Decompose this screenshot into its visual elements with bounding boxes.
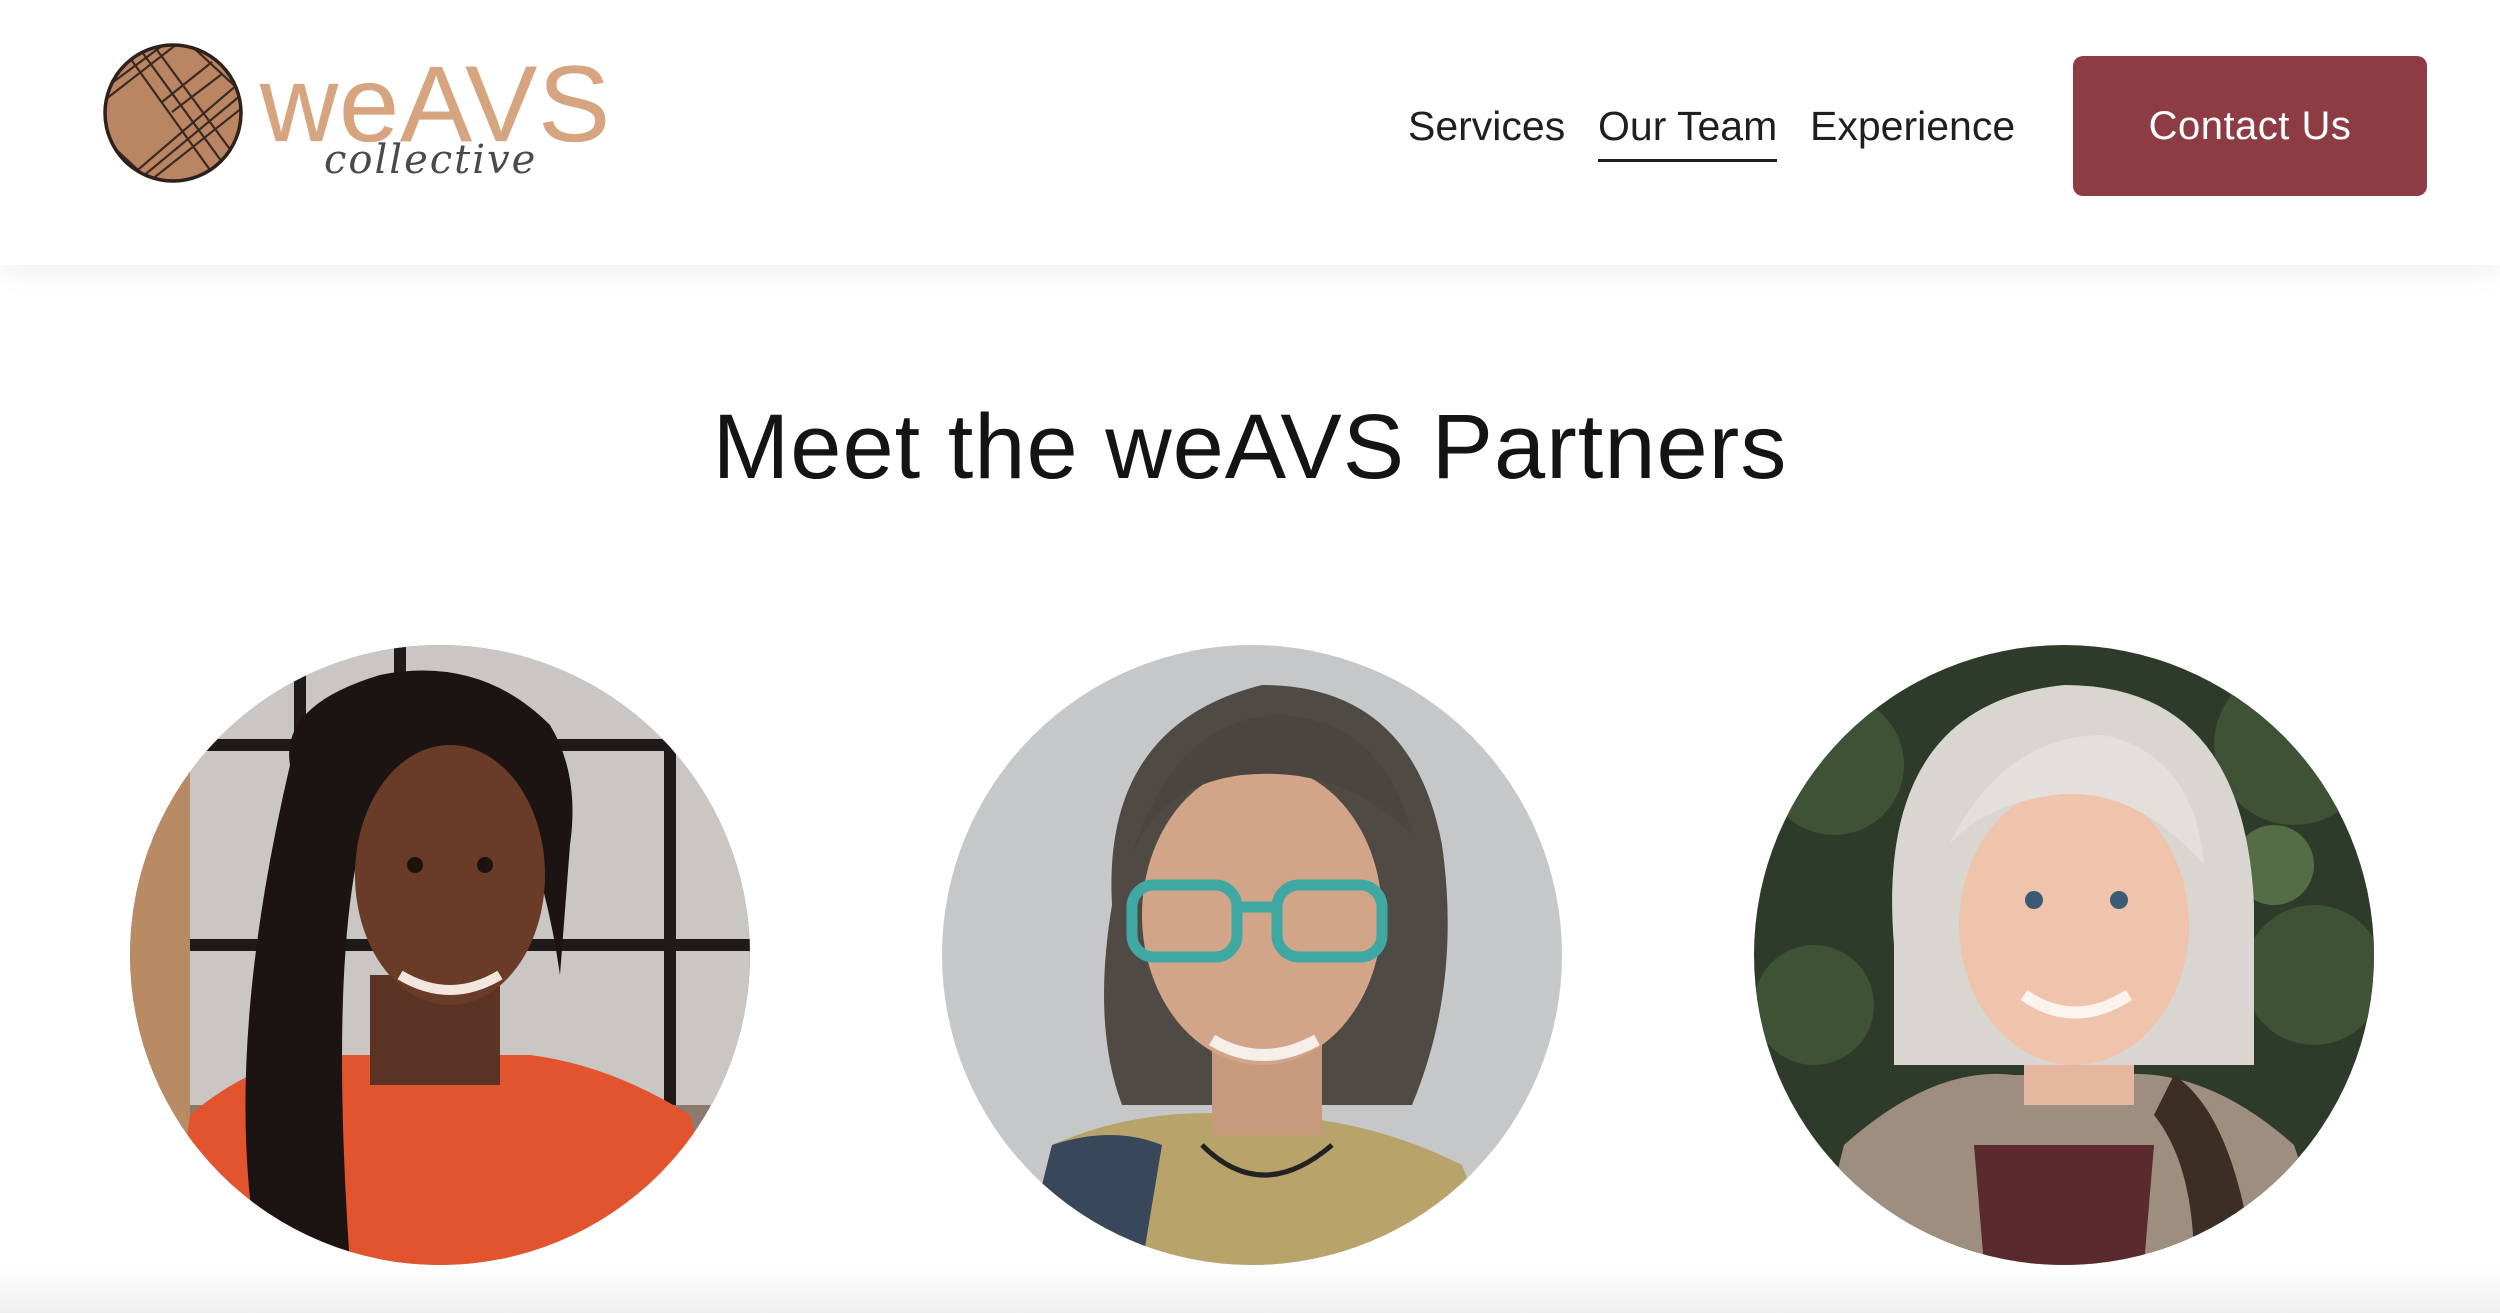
site-header: weAVS collective Services Our Team Exper… <box>0 0 2500 265</box>
section-fade <box>0 1268 2500 1313</box>
nav-our-team[interactable]: Our Team <box>1598 96 1778 162</box>
page-title: Meet the weAVS Partners <box>712 396 1788 498</box>
partner-photo-1[interactable] <box>130 645 750 1265</box>
contact-us-button[interactable]: Contact Us <box>2073 56 2427 196</box>
partner-photo-3[interactable] <box>1754 645 2374 1265</box>
nav-experience[interactable]: Experience <box>1810 96 2015 156</box>
partners-grid <box>0 645 2500 1265</box>
nav-services[interactable]: Services <box>1408 96 1565 156</box>
partner-portrait-2 <box>942 645 1562 1265</box>
site-logo[interactable]: weAVS collective <box>102 42 610 192</box>
page: weAVS collective Services Our Team Exper… <box>0 0 2500 1313</box>
partner-photo-2[interactable] <box>942 645 1562 1265</box>
partner-portrait-3 <box>1754 645 2374 1265</box>
logo-script: collective <box>324 137 538 183</box>
partner-portrait-1 <box>130 645 750 1265</box>
yarn-ball-icon <box>103 43 243 183</box>
